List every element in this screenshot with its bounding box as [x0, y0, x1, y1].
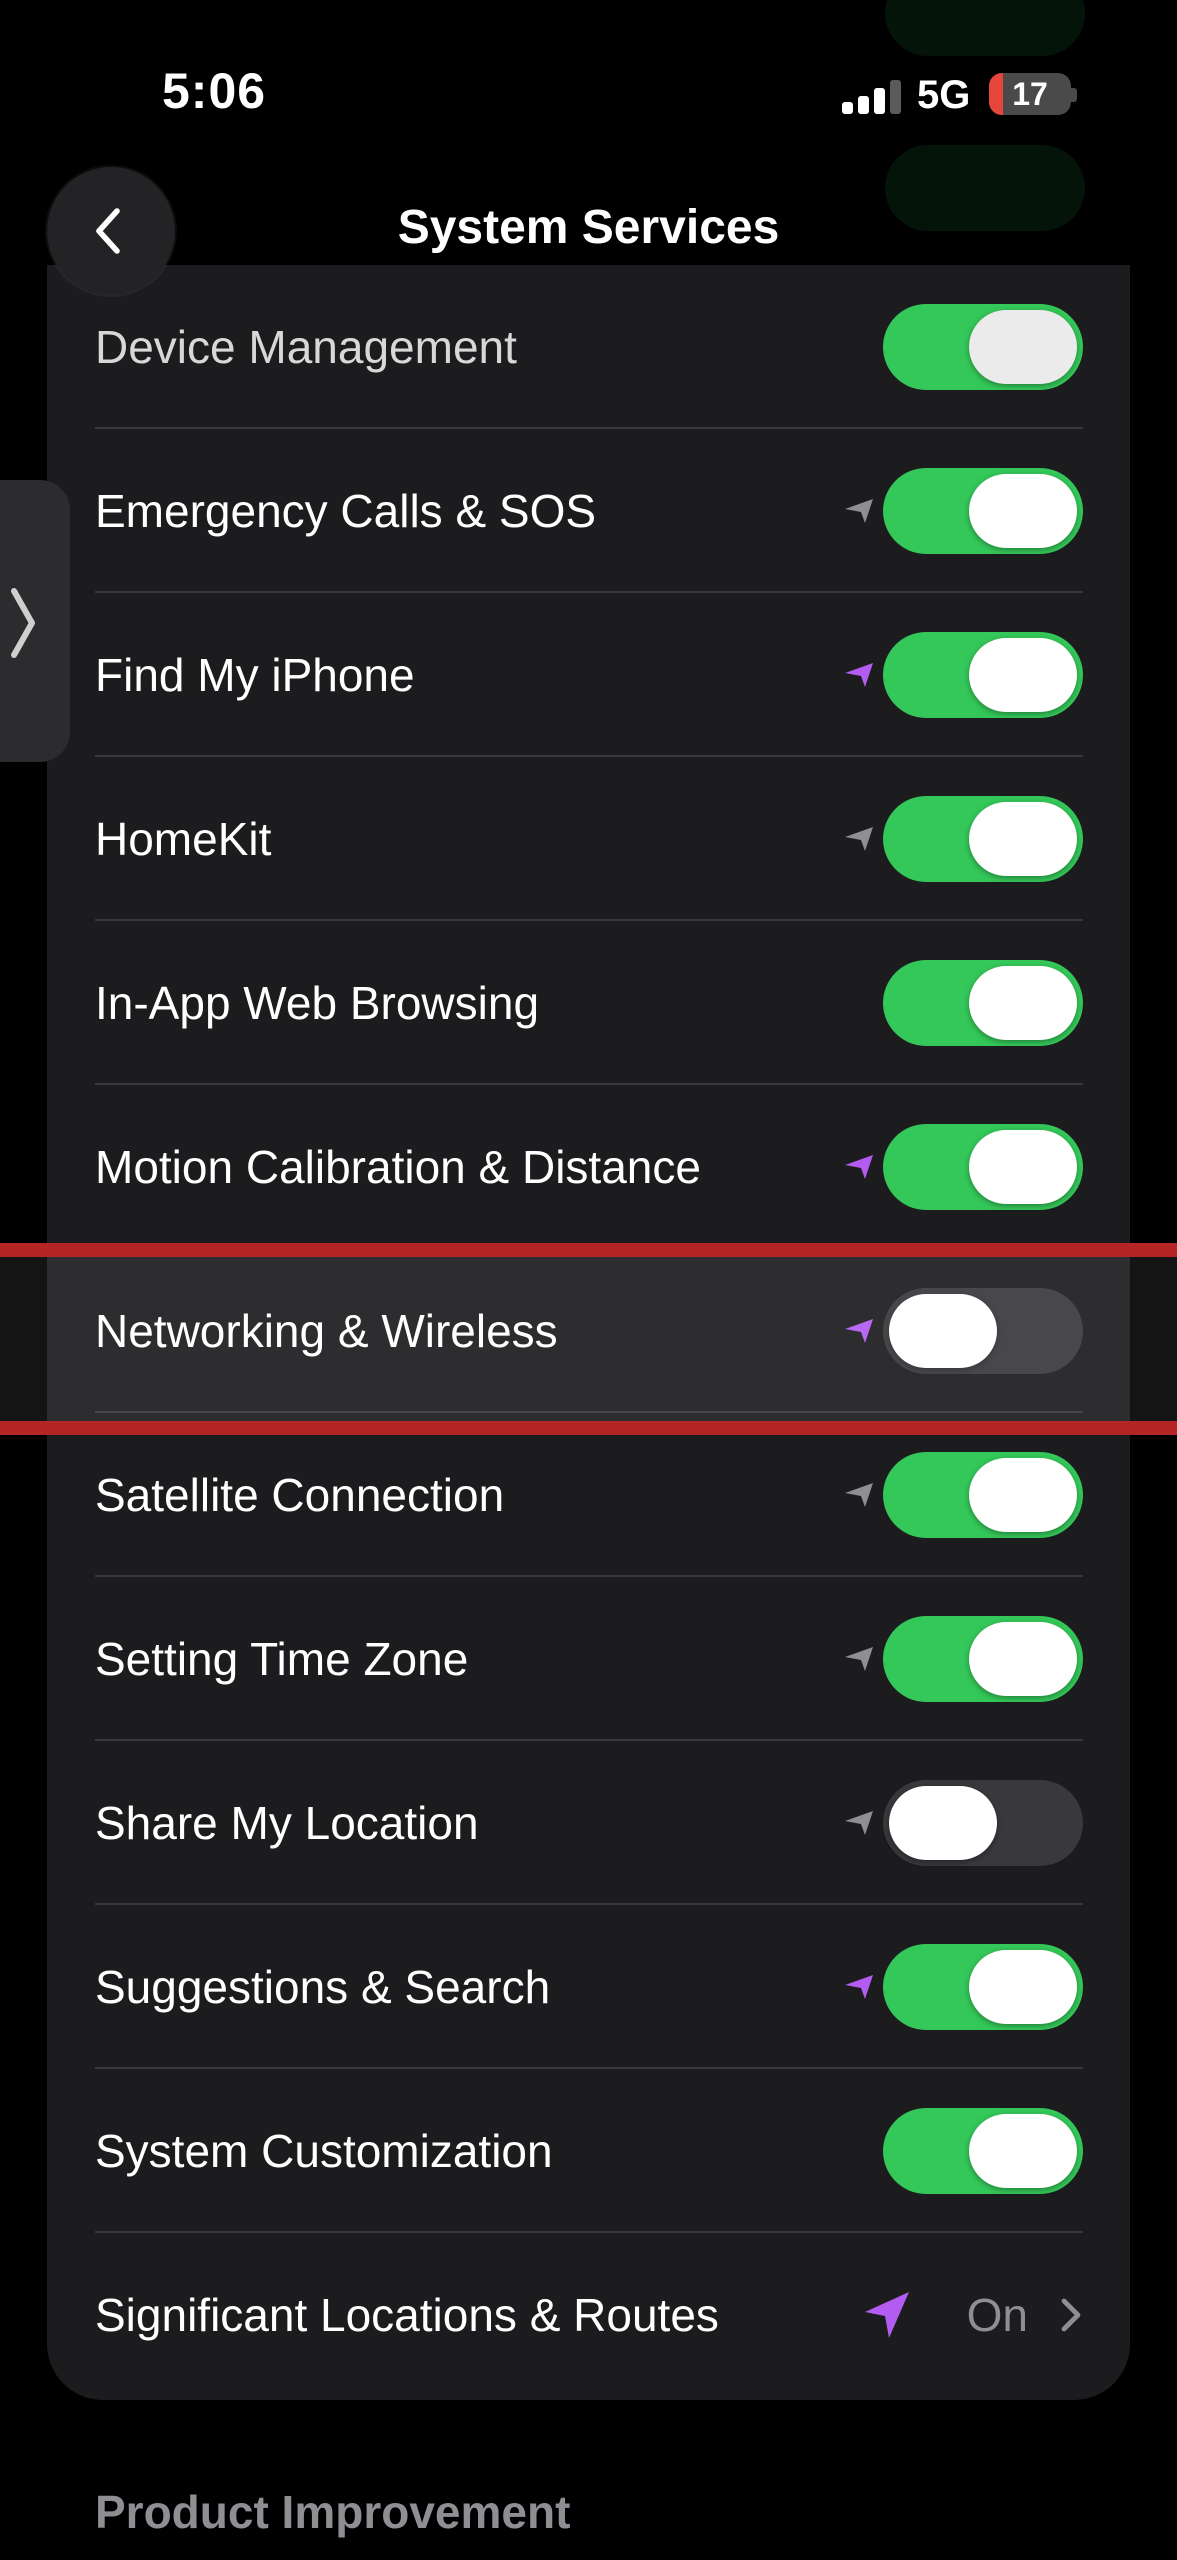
location-arrow-icon	[861, 2288, 913, 2347]
toggle-knob	[969, 474, 1077, 548]
chevron-right-icon	[1060, 2297, 1082, 2338]
toggle-knob	[969, 802, 1077, 876]
toggle-switch[interactable]	[883, 1944, 1083, 2030]
toggle-switch[interactable]	[883, 796, 1083, 882]
row-label: Suggestions & Search	[95, 1961, 551, 2013]
toggle-switch[interactable]	[883, 1780, 1083, 1866]
row-label: Satellite Connection	[95, 1469, 505, 1521]
settings-row[interactable]: Motion Calibration & Distance	[47, 1085, 1130, 1249]
toggle-knob	[969, 1458, 1077, 1532]
location-arrow-icon	[843, 661, 877, 689]
row-label: In-App Web Browsing	[95, 977, 540, 1029]
row-label: HomeKit	[95, 813, 272, 865]
row-label: Setting Time Zone	[95, 1633, 469, 1685]
page-title: System Services	[397, 201, 780, 254]
toggle-switch[interactable]	[883, 1616, 1083, 1702]
settings-row[interactable]: Suggestions & Search	[47, 1905, 1130, 2069]
toggle-knob	[969, 638, 1077, 712]
battery-icon: 17	[989, 73, 1071, 115]
battery-percentage: 17	[1012, 76, 1048, 112]
toggle-switch[interactable]	[883, 2108, 1083, 2194]
location-arrow-icon	[843, 1973, 877, 2001]
toggle-knob	[969, 1622, 1077, 1696]
significant-locations-row[interactable]: Significant Locations & Routes On	[47, 2233, 1130, 2397]
location-arrow-icon	[843, 825, 877, 853]
status-bar: 5:06 5G 17	[0, 0, 1177, 150]
toggle-knob	[969, 310, 1077, 384]
cellular-signal-icon	[842, 80, 902, 114]
settings-row[interactable]: Device Management	[47, 265, 1130, 429]
row-label: System Customization	[95, 2125, 553, 2177]
settings-row[interactable]: System Customization	[47, 2069, 1130, 2233]
status-time: 5:06	[162, 63, 267, 119]
side-panel-handle[interactable]	[0, 480, 70, 762]
toggle-switch[interactable]	[883, 468, 1083, 554]
toggle-knob	[969, 1130, 1077, 1204]
row-label: Share My Location	[95, 1797, 479, 1849]
row-value: On	[966, 2289, 1028, 2341]
row-label: Motion Calibration & Distance	[95, 1141, 701, 1193]
location-arrow-icon	[843, 1153, 877, 1181]
row-label: Significant Locations & Routes	[95, 2289, 719, 2341]
row-label: Device Management	[95, 321, 517, 373]
settings-row[interactable]: HomeKit	[47, 757, 1130, 921]
location-arrow-icon	[843, 1809, 877, 1837]
battery-cap	[1071, 88, 1077, 102]
toggle-switch[interactable]	[883, 1124, 1083, 1210]
location-arrow-icon	[843, 1481, 877, 1509]
toggle-knob	[969, 966, 1077, 1040]
settings-row[interactable]: Satellite Connection	[47, 1413, 1130, 1577]
section-header-product-improvement: Product Improvement	[95, 2486, 571, 2538]
settings-row[interactable]: Setting Time Zone	[47, 1577, 1130, 1741]
toggle-switch[interactable]	[883, 304, 1083, 390]
toggle-switch[interactable]	[883, 1452, 1083, 1538]
location-arrow-icon	[843, 1645, 877, 1673]
row-label: Emergency Calls & SOS	[95, 485, 597, 537]
settings-row[interactable]: Share My Location	[47, 1741, 1130, 1905]
toggle-knob	[969, 2114, 1077, 2188]
network-type: 5G	[917, 73, 971, 117]
toggle-switch[interactable]	[883, 632, 1083, 718]
toggle-knob	[969, 1950, 1077, 2024]
row-label: Find My iPhone	[95, 649, 415, 701]
chevron-right-icon	[11, 588, 35, 658]
settings-row[interactable]: In-App Web Browsing	[47, 921, 1130, 1085]
toggle-knob	[889, 1786, 997, 1860]
settings-row[interactable]: Find My iPhone	[47, 593, 1130, 757]
row-highlight-overlay	[0, 1243, 1177, 1435]
toggle-switch[interactable]	[883, 960, 1083, 1046]
location-arrow-icon	[843, 497, 877, 525]
settings-row[interactable]: Emergency Calls & SOS	[47, 429, 1130, 593]
